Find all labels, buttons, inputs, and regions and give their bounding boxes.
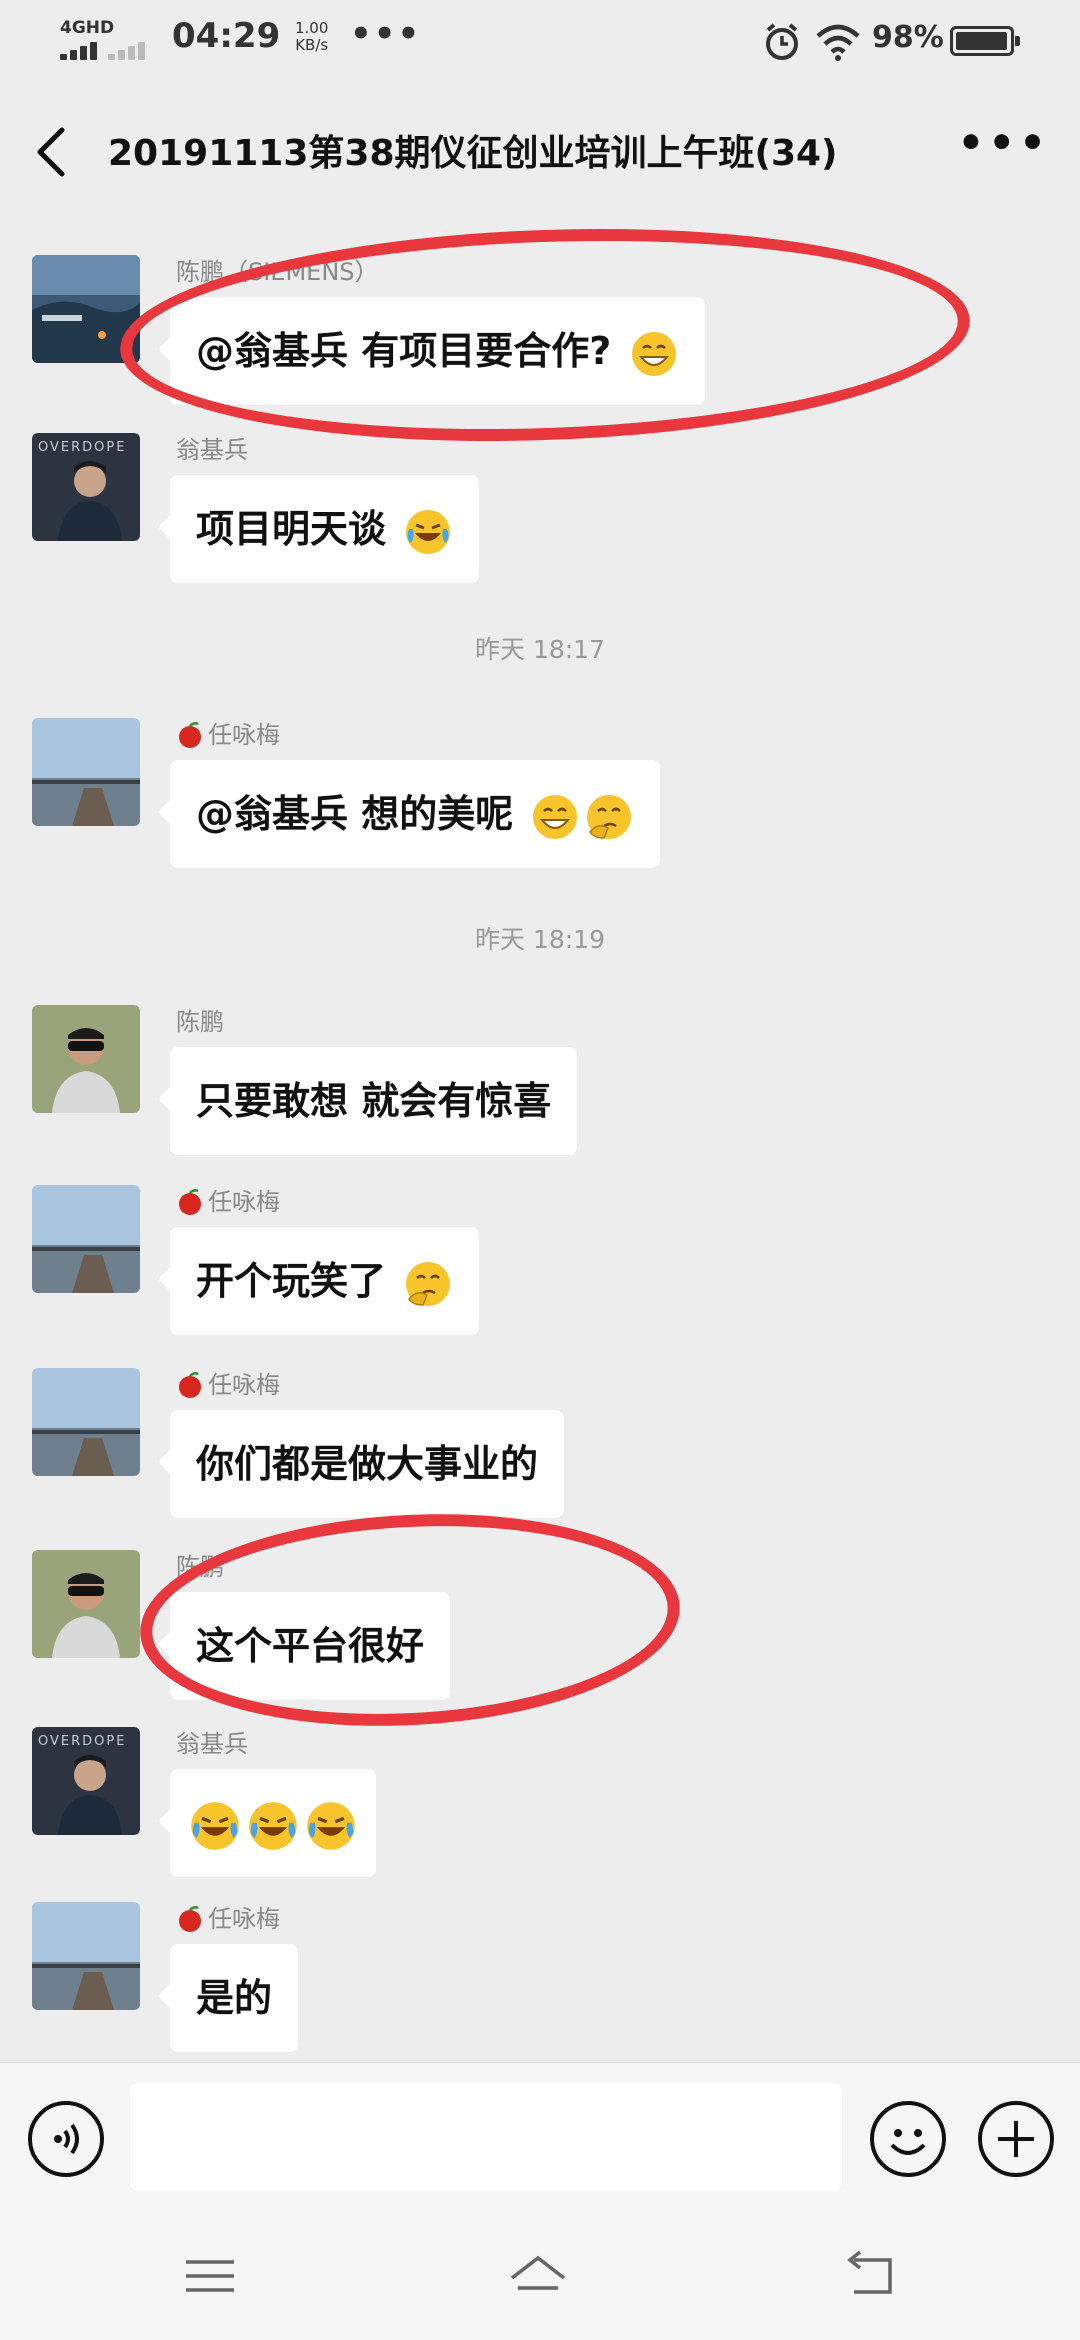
highlight-ring (134, 1501, 686, 1739)
sender-name: 任咏梅 (176, 1185, 280, 1219)
network-speed: 1.00 KB/s (295, 20, 328, 54)
sender-name: 任咏梅 (176, 1902, 280, 1936)
avatar[interactable] (32, 1550, 140, 1658)
timestamp: 昨天 18:19 (475, 925, 605, 954)
system-nav-bar (0, 2212, 1080, 2340)
svg-text:OVERDOPE: OVERDOPE (38, 1734, 126, 1749)
input-bar (0, 2062, 1080, 2213)
clock: 04:29 (172, 16, 281, 56)
smiley-icon (890, 2129, 926, 2155)
thinking-emoji-icon (587, 794, 632, 839)
avatar[interactable]: OVERDOPE (32, 433, 140, 541)
voice-icon (54, 2123, 79, 2155)
apple-icon (179, 1906, 201, 1932)
message-text: 项目明天谈 (196, 507, 387, 551)
message-bubble[interactable]: @翁基兵 想的美呢 (157, 760, 661, 868)
laugh-cry-emoji-icon (191, 1801, 239, 1850)
message-text: @翁基兵 想的美呢 (196, 792, 514, 836)
avatar[interactable] (32, 718, 140, 826)
avatar[interactable] (32, 1005, 140, 1113)
sender-name-text: 任咏梅 (208, 1371, 280, 1399)
network-type: 4GHD (60, 18, 115, 38)
battery-icon (950, 26, 1020, 56)
thinking-emoji-icon (406, 1261, 451, 1306)
chat-title: 20191113第38期仪征创业培训上午班(34) (108, 133, 838, 174)
grin-emoji-icon (533, 794, 578, 839)
wifi-icon (816, 24, 860, 61)
sender-name: 任咏梅 (176, 718, 280, 752)
status-overflow: ••• (350, 14, 422, 54)
apple-icon (179, 1189, 201, 1215)
svg-text:OVERDOPE: OVERDOPE (38, 440, 126, 455)
message-text: 是的 (196, 1976, 273, 2020)
chat-messages[interactable]: 陈鹏（SIEMENS） @翁基兵 有项目要合作? OVERDOPE 翁基兵 项目… (0, 215, 1080, 2060)
sender-name-text: 任咏梅 (208, 1905, 280, 1933)
laugh-cry-emoji-icon (406, 509, 451, 554)
speed-value: 1.00 (295, 19, 329, 37)
menu-icon[interactable] (180, 2248, 240, 2304)
message-bubble[interactable]: 开个玩笑了 (157, 1227, 480, 1335)
message-text: 只要敢想 就会有惊喜 (196, 1079, 552, 1123)
voice-button[interactable] (28, 2101, 104, 2177)
avatar[interactable] (32, 1902, 140, 2010)
message-text: 你们都是做大事业的 (196, 1442, 539, 1486)
message-input[interactable] (130, 2083, 842, 2191)
highlight-ring (116, 215, 974, 455)
message-text: 开个玩笑了 (196, 1259, 387, 1303)
avatar[interactable]: OVERDOPE (32, 1727, 140, 1835)
avatar[interactable] (32, 1185, 140, 1293)
message-bubble[interactable]: 只要敢想 就会有惊喜 (157, 1047, 578, 1155)
home-icon[interactable] (508, 2248, 568, 2304)
avatar[interactable] (32, 1368, 140, 1476)
message-bubble[interactable]: 项目明天谈 (157, 475, 480, 583)
battery-percent: 98% (872, 20, 944, 55)
laugh-cry-emoji-icon (249, 1801, 297, 1850)
back-nav-icon[interactable] (840, 2248, 900, 2304)
more-actions-button[interactable] (978, 2101, 1054, 2177)
laugh-cry-emoji-icon (307, 1801, 355, 1850)
status-bar: 4GHD 04:29 1.00 KB/s ••• 98% (0, 0, 1080, 80)
more-menu-button[interactable]: ••• (957, 118, 1050, 167)
back-icon[interactable] (28, 124, 80, 180)
sender-name: 陈鹏 (176, 1008, 224, 1036)
message-bubble[interactable] (158, 1769, 376, 1877)
sender-name-text: 任咏梅 (208, 1188, 280, 1216)
battery-fill (956, 32, 1008, 50)
message-bubble[interactable]: 是的 (157, 1944, 299, 2052)
chat-header: 20191113第38期仪征创业培训上午班(34) ••• (0, 80, 1080, 220)
signal-icon (60, 40, 170, 60)
emoji-button[interactable] (870, 2101, 946, 2177)
message-bubble[interactable]: 你们都是做大事业的 (157, 1410, 565, 1518)
speed-unit: KB/s (295, 36, 329, 54)
apple-icon (179, 1372, 201, 1398)
plus-icon (998, 2121, 1034, 2157)
sender-name: 翁基兵 (176, 1730, 248, 1758)
apple-icon (179, 722, 201, 748)
sender-name: 翁基兵 (176, 436, 248, 464)
sender-name: 任咏梅 (176, 1368, 280, 1402)
timestamp: 昨天 18:17 (475, 635, 605, 664)
sender-name-text: 任咏梅 (208, 721, 280, 749)
alarm-icon (766, 23, 798, 60)
